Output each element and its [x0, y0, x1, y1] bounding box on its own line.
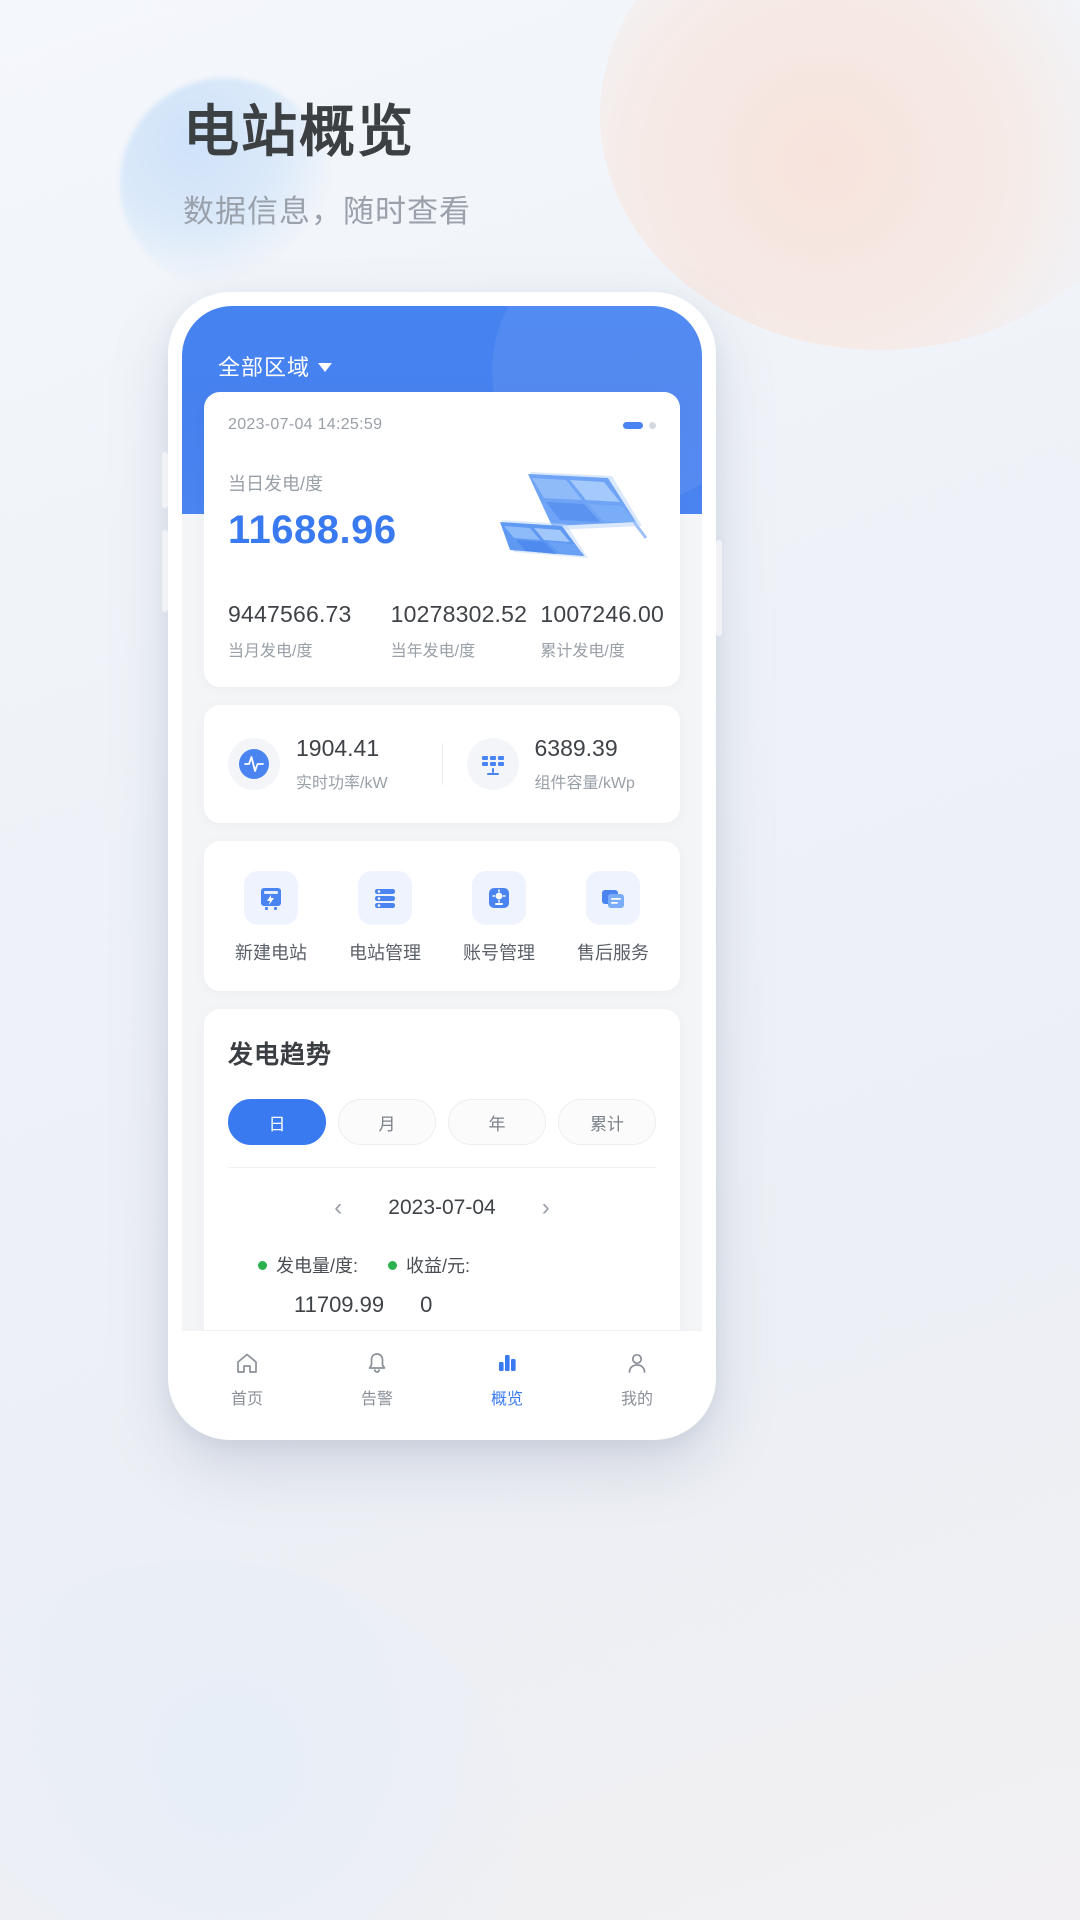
generation-stats-row: 9447566.73 当月发电/度 10278302.52 当年发电/度 100…	[228, 601, 664, 661]
solar-grid-icon	[466, 738, 519, 790]
phone-screen: 全部区域 2023-07-04 14:25:59 当日发电/度 11688.96	[182, 306, 702, 1426]
action-after-sales[interactable]: 售后服务	[556, 871, 670, 965]
nav-item-alarm[interactable]: 告警	[312, 1349, 442, 1409]
page-header: 电站概览 数据信息，随时查看	[183, 100, 471, 231]
period-tab-total[interactable]: 累计	[558, 1099, 656, 1145]
stat-label: 当月发电/度	[228, 643, 313, 660]
stat-label: 累计发电/度	[540, 643, 625, 660]
pulse-icon	[228, 738, 280, 790]
stat-value: 1007246.00	[540, 601, 664, 627]
user-icon	[628, 1353, 646, 1373]
chart-legend-values: 11709.99 0	[228, 1292, 656, 1318]
nav-label: 我的	[620, 1390, 653, 1408]
legend-item-generation: 发电量/度:	[258, 1252, 358, 1278]
legend-value-income: 0	[420, 1292, 433, 1317]
bell-icon	[368, 1352, 386, 1373]
chevron-left-icon[interactable]: ‹	[334, 1196, 342, 1220]
module-capacity-text: 6389.39 组件容量/kWp	[535, 735, 635, 793]
stat-total: 1007246.00 累计发电/度	[540, 601, 664, 661]
legend-dot-icon	[258, 1260, 267, 1270]
solar-panel-icon	[500, 472, 648, 558]
power-capacity-card: 1904.41 实时功率/kW 6389.39 组件容量/kWp	[204, 705, 680, 823]
page-title: 电站概览	[183, 100, 415, 163]
realtime-power-value: 1904.41	[296, 735, 380, 761]
period-tab-year[interactable]: 年	[448, 1099, 546, 1145]
chart-legend: 发电量/度: 收益/元:	[228, 1252, 656, 1278]
action-station-manage[interactable]: 电站管理	[328, 871, 442, 965]
phone-mockup: 全部区域 2023-07-04 14:25:59 当日发电/度 11688.96	[162, 292, 722, 1440]
nav-item-mine[interactable]: 我的	[572, 1349, 702, 1409]
chart-bar-icon	[499, 1354, 516, 1371]
carousel-indicator[interactable]	[623, 421, 656, 429]
summary-header-row: 2023-07-04 14:25:59	[228, 416, 656, 434]
action-label: 新建电站	[235, 943, 307, 963]
nav-label: 告警	[360, 1390, 393, 1408]
volume-up-button[interactable]	[162, 452, 168, 508]
tabs-divider	[228, 1167, 656, 1168]
carousel-dot-active[interactable]	[623, 421, 643, 429]
realtime-power-caption: 实时功率/kW	[296, 775, 388, 792]
action-label: 账号管理	[463, 943, 535, 963]
module-capacity-item: 6389.39 组件容量/kWp	[443, 735, 681, 793]
nav-label: 概览	[490, 1390, 523, 1408]
legend-dot-icon	[388, 1260, 398, 1270]
legend-label: 发电量/度:	[276, 1256, 359, 1276]
scroll-content[interactable]: 2023-07-04 14:25:59 当日发电/度 11688.96 9447…	[182, 306, 702, 1388]
stat-year: 10278302.52 当年发电/度	[391, 601, 541, 661]
realtime-power-item: 1904.41 实时功率/kW	[204, 735, 442, 793]
action-new-station[interactable]: 新建电站	[214, 871, 328, 965]
quick-actions-card: 新建电站 电站管理 账号管理 售后服务	[204, 841, 680, 991]
generation-summary-card: 2023-07-04 14:25:59 当日发电/度 11688.96 9447…	[204, 392, 680, 687]
account-manage-icon	[472, 871, 526, 925]
selected-date[interactable]: 2023-07-04	[388, 1196, 495, 1220]
action-account-manage[interactable]: 账号管理	[442, 871, 556, 965]
carousel-dot[interactable]	[649, 421, 656, 429]
action-label: 电站管理	[349, 943, 421, 963]
stat-value: 10278302.52	[390, 601, 528, 627]
stat-month: 9447566.73 当月发电/度	[228, 601, 391, 661]
page-subtitle: 数据信息，随时查看	[183, 194, 471, 230]
station-manage-icon	[358, 871, 412, 925]
date-navigator: ‹ 2023-07-04 ›	[228, 1196, 656, 1220]
background-decoration-bottom	[0, 1560, 520, 1920]
power-button[interactable]	[716, 540, 722, 636]
realtime-power-text: 1904.41 实时功率/kW	[296, 735, 388, 793]
trend-section-title: 发电趋势	[228, 1041, 333, 1069]
after-sales-icon	[586, 871, 640, 925]
stat-value: 9447566.73	[228, 601, 352, 627]
module-capacity-value: 6389.39	[534, 735, 618, 761]
legend-label: 收益/元:	[406, 1256, 471, 1276]
stat-label: 当年发电/度	[390, 643, 476, 660]
module-capacity-caption: 组件容量/kWp	[534, 775, 635, 792]
new-station-icon	[244, 871, 298, 925]
update-timestamp: 2023-07-04 14:25:59	[228, 416, 383, 433]
home-icon	[237, 1353, 257, 1373]
period-tab-day[interactable]: 日	[228, 1099, 326, 1145]
nav-item-overview[interactable]: 概览	[442, 1349, 572, 1409]
volume-down-button[interactable]	[162, 530, 168, 612]
nav-item-home[interactable]: 首页	[182, 1349, 312, 1409]
legend-item-income: 收益/元:	[388, 1252, 470, 1278]
bottom-navigation: 首页 告警 概览 我的	[182, 1330, 702, 1426]
period-tab-group: 日 月 年 累计	[228, 1099, 656, 1145]
legend-value-generation: 11709.99	[294, 1292, 385, 1317]
nav-label: 首页	[230, 1390, 263, 1408]
action-label: 售后服务	[577, 943, 649, 963]
period-tab-month[interactable]: 月	[338, 1099, 436, 1145]
chevron-right-icon[interactable]: ›	[542, 1196, 550, 1220]
